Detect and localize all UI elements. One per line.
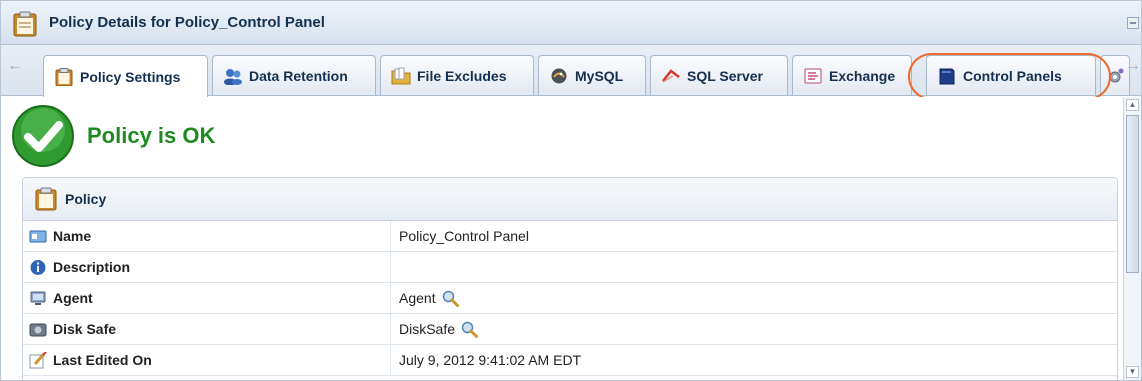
window-title: Policy Details for Policy_Control Panel [49,14,325,31]
policy-panel: Policy Name Policy_Control Panel Descrip… [22,177,1118,380]
tab-scroll-right-icon[interactable]: → [1125,57,1141,75]
edit-icon [29,351,47,368]
row-label: Description [53,259,131,275]
scroll-down-icon[interactable]: ▼ [1126,366,1139,378]
row-value: DiskSafe [391,314,1117,344]
magnifier-icon[interactable] [461,321,479,338]
policy-settings-content: Policy is OK Policy Name Policy_Control … [1,97,1125,380]
row-label: Name [53,228,92,244]
info-icon [30,259,46,275]
tab-data-retention[interactable]: Data Retention [212,55,376,95]
policy-status: Policy is OK [11,103,215,169]
table-row: Name Policy_Control Panel [23,221,1117,252]
gear-icon [1109,68,1124,82]
tab-sql-server[interactable]: SQL Server [650,55,788,95]
clipboard-icon [55,67,73,86]
control-panel-book-icon [939,68,955,84]
table-row: Agent Agent [23,283,1117,314]
row-key: Name [23,221,391,251]
tab-label: SQL Server [687,67,764,84]
collapse-button[interactable] [1127,17,1139,29]
value-text: Policy_Control Panel [399,228,529,244]
row-value: Agent [391,283,1117,313]
tab-label: Policy Settings [80,68,181,85]
tab-label: Exchange [829,67,896,84]
row-key: Disk Safe [23,314,391,344]
policy-panel-header: Policy [23,178,1117,221]
title-bar: Policy Details for Policy_Control Panel [1,1,1141,45]
table-row: Disk Safe DiskSafe [23,314,1117,345]
scroll-up-icon[interactable]: ▲ [1126,99,1139,111]
vertical-scrollbar[interactable]: ▲ ▼ [1123,97,1141,380]
name-card-icon [29,230,47,242]
database-users-icon [224,68,242,85]
tab-label: Control Panels [963,67,1062,84]
mysql-icon [551,68,567,83]
row-value: July 9, 2012 9:41:02 AM EDT [391,345,1117,375]
panel-title: Policy [65,191,107,207]
tab-label: MySQL [575,67,624,84]
row-value: Policy_Control Panel [391,221,1117,251]
row-key: Description [23,252,391,282]
status-text: Policy is OK [87,123,216,148]
folder-icon [391,67,411,84]
tab-label: Data Retention [249,67,348,84]
row-value [391,252,1117,282]
tab-mysql[interactable]: MySQL [538,55,646,95]
tab-label: File Excludes [417,67,507,84]
row-label: Disk Safe [53,321,117,337]
sql-server-icon [662,68,680,83]
clipboard-icon [35,187,57,211]
table-row: Last Edited On July 9, 2012 9:41:02 AM E… [23,345,1117,376]
value-text: July 9, 2012 9:41:02 AM EDT [399,352,582,368]
policy-details-window: Policy Details for Policy_Control Panel … [0,0,1142,381]
table-row: Description [23,252,1117,283]
row-label: Last Edited On [53,352,152,368]
clipboard-icon [13,11,37,37]
row-label: Agent [53,290,93,306]
row-key: Agent [23,283,391,313]
check-circle-icon [12,105,74,167]
tab-policy-settings[interactable]: Policy Settings [43,55,208,97]
tab-strip: ← Policy Settings Data Retention File Ex… [1,45,1141,97]
computer-icon [30,291,46,305]
exchange-icon [804,68,822,83]
tab-file-excludes[interactable]: File Excludes [380,55,534,95]
value-text: Agent [399,290,436,306]
scrollbar-thumb[interactable] [1126,115,1139,273]
value-text: DiskSafe [399,321,456,337]
disk-safe-icon [29,323,47,336]
tab-scroll-left-icon[interactable]: ← [7,57,23,75]
row-key: Last Edited On [23,345,391,375]
tab-control-panels[interactable]: Control Panels [926,55,1096,95]
tab-exchange[interactable]: Exchange [792,55,912,95]
magnifier-icon[interactable] [442,290,459,307]
